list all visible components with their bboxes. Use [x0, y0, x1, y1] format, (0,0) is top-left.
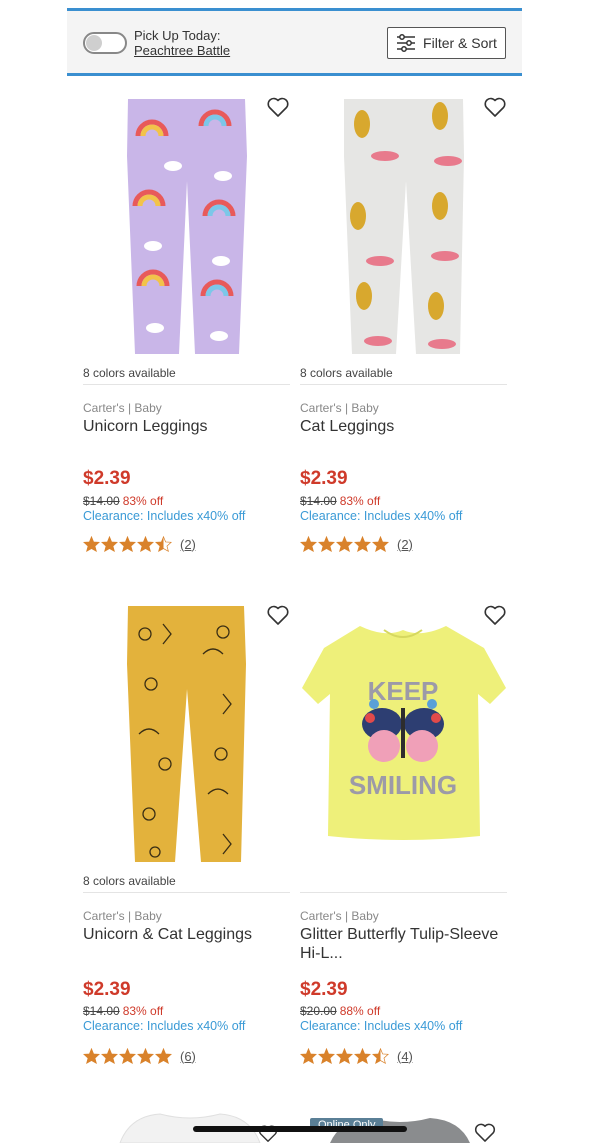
gray-leopard-leggings-image: [344, 99, 464, 354]
product-image[interactable]: [300, 96, 507, 358]
lavender-unicorn-leggings-image: [127, 99, 247, 354]
pickup-info: Pick Up Today: Peachtree Battle: [134, 28, 230, 58]
yellow-butterfly-tee-image: KEEP SMILING: [302, 626, 506, 840]
pickup-label: Pick Up Today:: [134, 28, 221, 43]
star-icon: [354, 536, 371, 552]
product-brand: Carter's | Baby: [300, 909, 379, 923]
review-count[interactable]: (2): [397, 537, 413, 552]
original-price-row: $14.00 83% off: [300, 494, 380, 508]
star-icon: [155, 536, 172, 552]
divider: [300, 384, 507, 385]
star-rating: [300, 1048, 389, 1064]
star-rating: [300, 536, 389, 552]
star-icon: [354, 1048, 371, 1064]
store-link[interactable]: Peachtree Battle: [134, 43, 230, 58]
original-price: $20.00: [300, 1004, 337, 1018]
rating-row: (6): [83, 1048, 196, 1064]
star-rating: [83, 536, 172, 552]
wishlist-heart-icon[interactable]: [483, 96, 507, 118]
product-card[interactable]: 8 colors available Carter's | Baby Unico…: [83, 604, 290, 1074]
star-icon: [83, 1048, 100, 1064]
rating-row: (2): [83, 536, 196, 552]
product-brand: Carter's | Baby: [83, 909, 162, 923]
original-price-row: $14.00 83% off: [83, 494, 163, 508]
home-indicator[interactable]: [193, 1126, 407, 1132]
butterfly-graphic: [362, 699, 444, 762]
review-count[interactable]: (2): [180, 537, 196, 552]
rating-row: (2): [300, 536, 413, 552]
star-icon: [137, 1048, 154, 1064]
product-brand: Carter's | Baby: [83, 401, 162, 415]
original-price: $14.00: [300, 494, 337, 508]
sliders-icon: [397, 34, 416, 52]
sale-price: $2.39: [83, 468, 131, 489]
wishlist-heart-icon[interactable]: [266, 96, 290, 118]
pickup-today-toggle[interactable]: [83, 32, 127, 54]
product-title[interactable]: Unicorn Leggings: [83, 417, 283, 436]
divider: [300, 892, 507, 893]
colors-available: 8 colors available: [300, 366, 393, 380]
filter-sort-label: Filter & Sort: [423, 35, 497, 51]
discount-percent: 83% off: [122, 1004, 164, 1018]
original-price: $14.00: [83, 1004, 120, 1018]
wishlist-heart-icon[interactable]: [473, 1122, 497, 1143]
colors-available: 8 colors available: [83, 366, 176, 380]
star-icon: [372, 536, 389, 552]
star-icon: [101, 1048, 118, 1064]
product-image[interactable]: [83, 604, 290, 866]
divider: [83, 892, 290, 893]
product-title[interactable]: Glitter Butterfly Tulip-Sleeve Hi-L...: [300, 925, 500, 963]
product-brand: Carter's | Baby: [300, 401, 379, 415]
toggle-knob: [86, 35, 102, 51]
wishlist-heart-icon[interactable]: [266, 604, 290, 626]
star-rating: [83, 1048, 172, 1064]
sale-price: $2.39: [300, 979, 348, 1000]
star-icon: [336, 1048, 353, 1064]
star-icon: [137, 536, 154, 552]
clearance-note: Clearance: Includes x40% off: [300, 1019, 463, 1033]
review-count[interactable]: (4): [397, 1049, 413, 1064]
original-price-row: $14.00 83% off: [83, 1004, 163, 1018]
star-icon: [300, 1048, 317, 1064]
wishlist-heart-icon[interactable]: [483, 604, 507, 626]
product-title[interactable]: Unicorn & Cat Leggings: [83, 925, 283, 944]
clearance-note: Clearance: Includes x40% off: [83, 1019, 246, 1033]
star-icon: [83, 536, 100, 552]
discount-percent: 88% off: [339, 1004, 381, 1018]
colors-available: 8 colors available: [83, 874, 176, 888]
product-card[interactable]: 8 colors available Carter's | Baby Cat L…: [300, 96, 507, 566]
star-icon: [372, 1048, 389, 1064]
product-image[interactable]: KEEP SMILING: [300, 604, 507, 866]
product-card[interactable]: KEEP SMILING Carter's | Baby Glitter But…: [300, 604, 507, 1074]
yellow-doodle-leggings-image: [127, 606, 246, 862]
clearance-note: Clearance: Includes x40% off: [83, 509, 246, 523]
clearance-note: Clearance: Includes x40% off: [300, 509, 463, 523]
product-title[interactable]: Cat Leggings: [300, 417, 500, 436]
star-icon: [119, 1048, 136, 1064]
star-icon: [101, 536, 118, 552]
star-icon: [336, 536, 353, 552]
star-icon: [155, 1048, 172, 1064]
star-icon: [119, 536, 136, 552]
original-price: $14.00: [83, 494, 120, 508]
product-card[interactable]: 8 colors available Carter's | Baby Unico…: [83, 96, 290, 566]
sale-price: $2.39: [300, 468, 348, 489]
star-icon: [300, 536, 317, 552]
divider: [83, 384, 290, 385]
review-count[interactable]: (6): [180, 1049, 196, 1064]
filter-sort-button[interactable]: Filter & Sort: [387, 27, 506, 59]
star-icon: [318, 536, 335, 552]
pickup-filter-bar: Pick Up Today: Peachtree Battle Filter &…: [67, 8, 522, 76]
sale-price: $2.39: [83, 979, 131, 1000]
product-image[interactable]: [83, 96, 290, 358]
discount-percent: 83% off: [122, 494, 164, 508]
rating-row: (4): [300, 1048, 413, 1064]
discount-percent: 83% off: [339, 494, 381, 508]
tee-text-smiling: SMILING: [349, 770, 457, 800]
star-icon: [318, 1048, 335, 1064]
original-price-row: $20.00 88% off: [300, 1004, 380, 1018]
